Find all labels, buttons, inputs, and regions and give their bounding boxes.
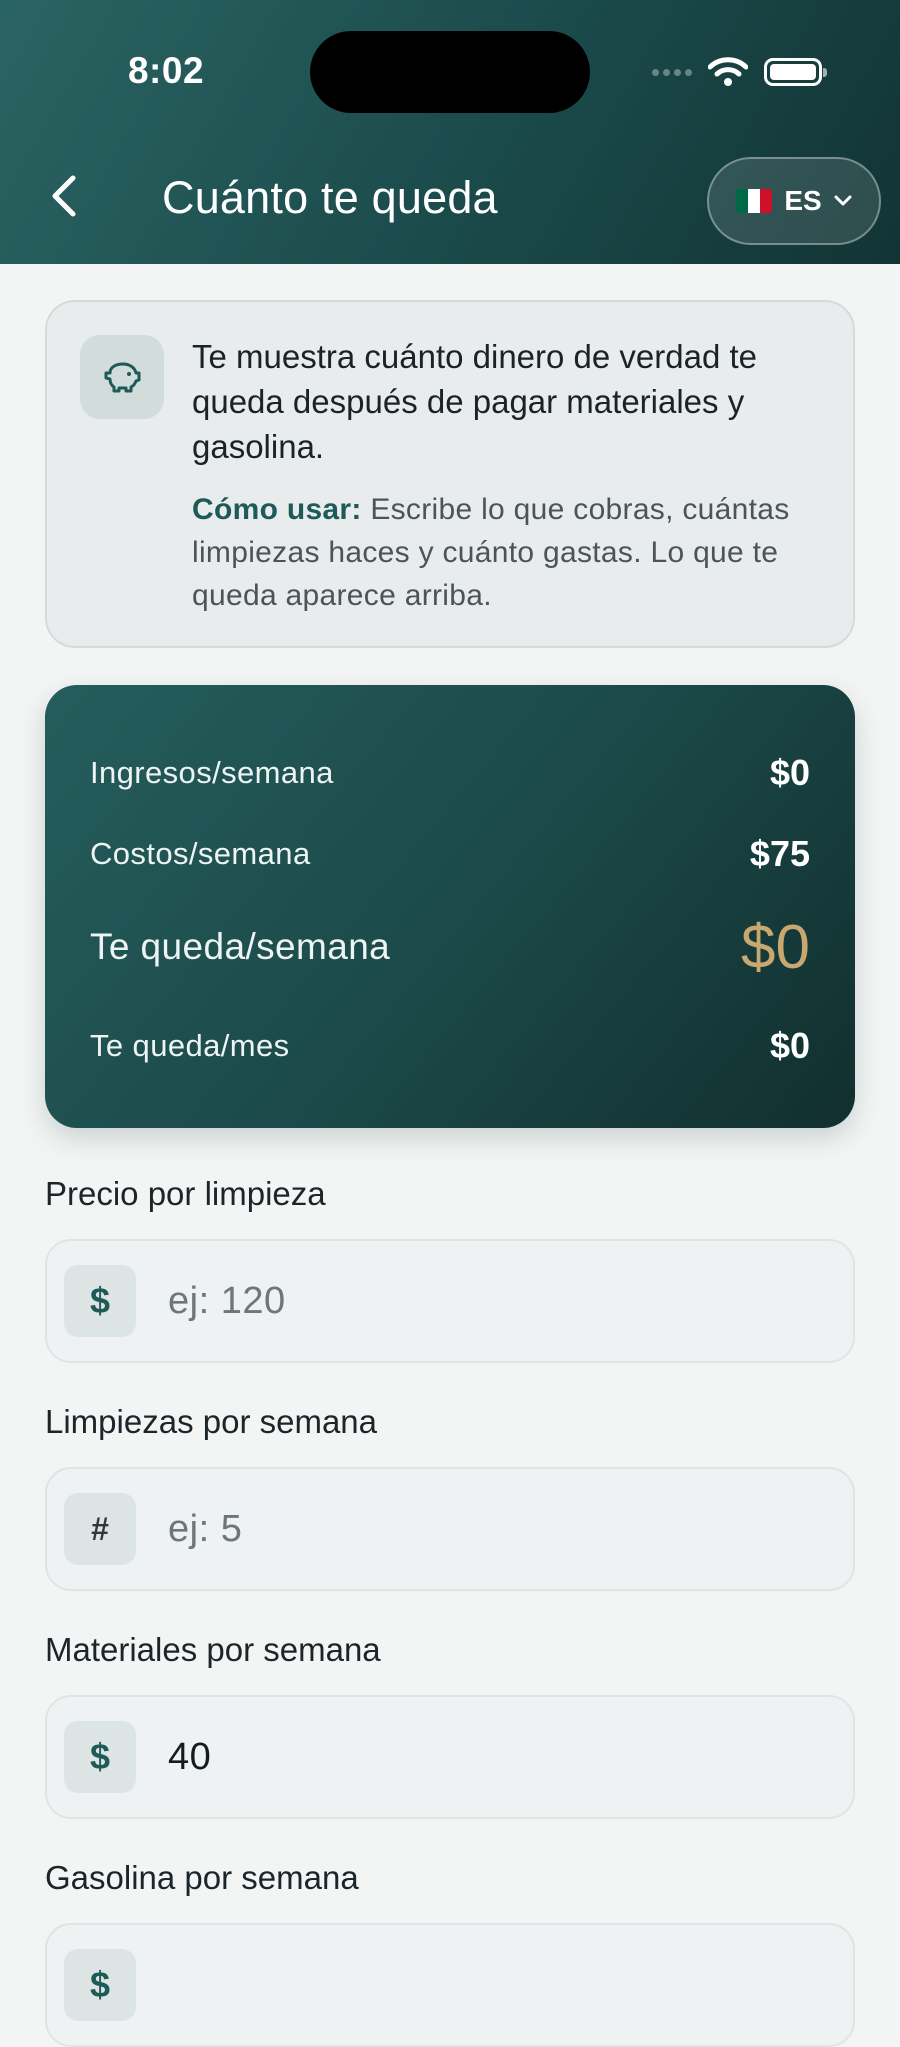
- hash-icon: #: [64, 1493, 136, 1565]
- battery-icon: [764, 58, 827, 86]
- language-selector[interactable]: ES: [707, 157, 881, 245]
- materials-input-value: 40: [168, 1735, 212, 1778]
- chevron-down-icon: [834, 195, 852, 206]
- summary-value: $0: [769, 1025, 810, 1066]
- cellular-signal-icon: [652, 68, 692, 76]
- howto-label: Cómo usar:: [192, 493, 362, 526]
- gas-per-week-input[interactable]: $: [45, 1923, 855, 2047]
- field-label-gas: Gasolina por semana: [45, 1859, 359, 1896]
- status-indicators: [652, 54, 827, 90]
- app-header: 8:02 Cuánto te queda ES: [0, 0, 900, 264]
- chevron-left-icon: [52, 175, 76, 217]
- info-card: Te muestra cuánto dinero de verdad te qu…: [45, 300, 855, 648]
- back-button[interactable]: [36, 168, 92, 224]
- materials-per-week-input[interactable]: $ 40: [45, 1695, 855, 1819]
- field-label-cleanings: Limpiezas por semana: [45, 1403, 377, 1440]
- summary-label: Te queda/semana: [90, 926, 391, 967]
- summary-label: Te queda/mes: [90, 1028, 290, 1063]
- dollar-icon: $: [64, 1949, 136, 2021]
- mexico-flag-icon: [736, 189, 773, 213]
- field-label-price: Precio por limpieza: [45, 1175, 326, 1212]
- piggy-bank-icon: [80, 335, 164, 419]
- wifi-icon: [708, 57, 748, 86]
- summary-row-net-week: Te queda/semana $0: [90, 907, 810, 987]
- language-code: ES: [784, 185, 822, 216]
- dollar-icon: $: [64, 1265, 136, 1337]
- info-howto: Cómo usar: Escribe lo que cobras, cuánta…: [192, 488, 842, 617]
- cleanings-input-placeholder: ej: 5: [168, 1507, 243, 1550]
- summary-label: Costos/semana: [90, 836, 311, 871]
- dollar-icon: $: [64, 1721, 136, 1793]
- cleanings-per-week-input[interactable]: # ej: 5: [45, 1467, 855, 1591]
- status-time: 8:02: [127, 50, 205, 91]
- price-input-placeholder: ej: 120: [168, 1279, 286, 1322]
- summary-card: Ingresos/semana $0 Costos/semana $75 Te …: [45, 685, 855, 1128]
- dynamic-island: [310, 31, 590, 113]
- summary-value: $0: [769, 752, 810, 793]
- summary-row-costs: Costos/semana $75: [90, 826, 810, 882]
- page-title: Cuánto te queda: [162, 172, 498, 223]
- price-per-cleaning-input[interactable]: $ ej: 120: [45, 1239, 855, 1363]
- summary-label: Ingresos/semana: [90, 755, 334, 790]
- field-label-materials: Materiales por semana: [45, 1631, 381, 1668]
- summary-value: $75: [749, 833, 810, 874]
- summary-value-highlight: $0: [741, 912, 810, 982]
- summary-row-income: Ingresos/semana $0: [90, 745, 810, 801]
- summary-row-net-month: Te queda/mes $0: [90, 1018, 810, 1074]
- info-headline: Te muestra cuánto dinero de verdad te qu…: [192, 338, 758, 465]
